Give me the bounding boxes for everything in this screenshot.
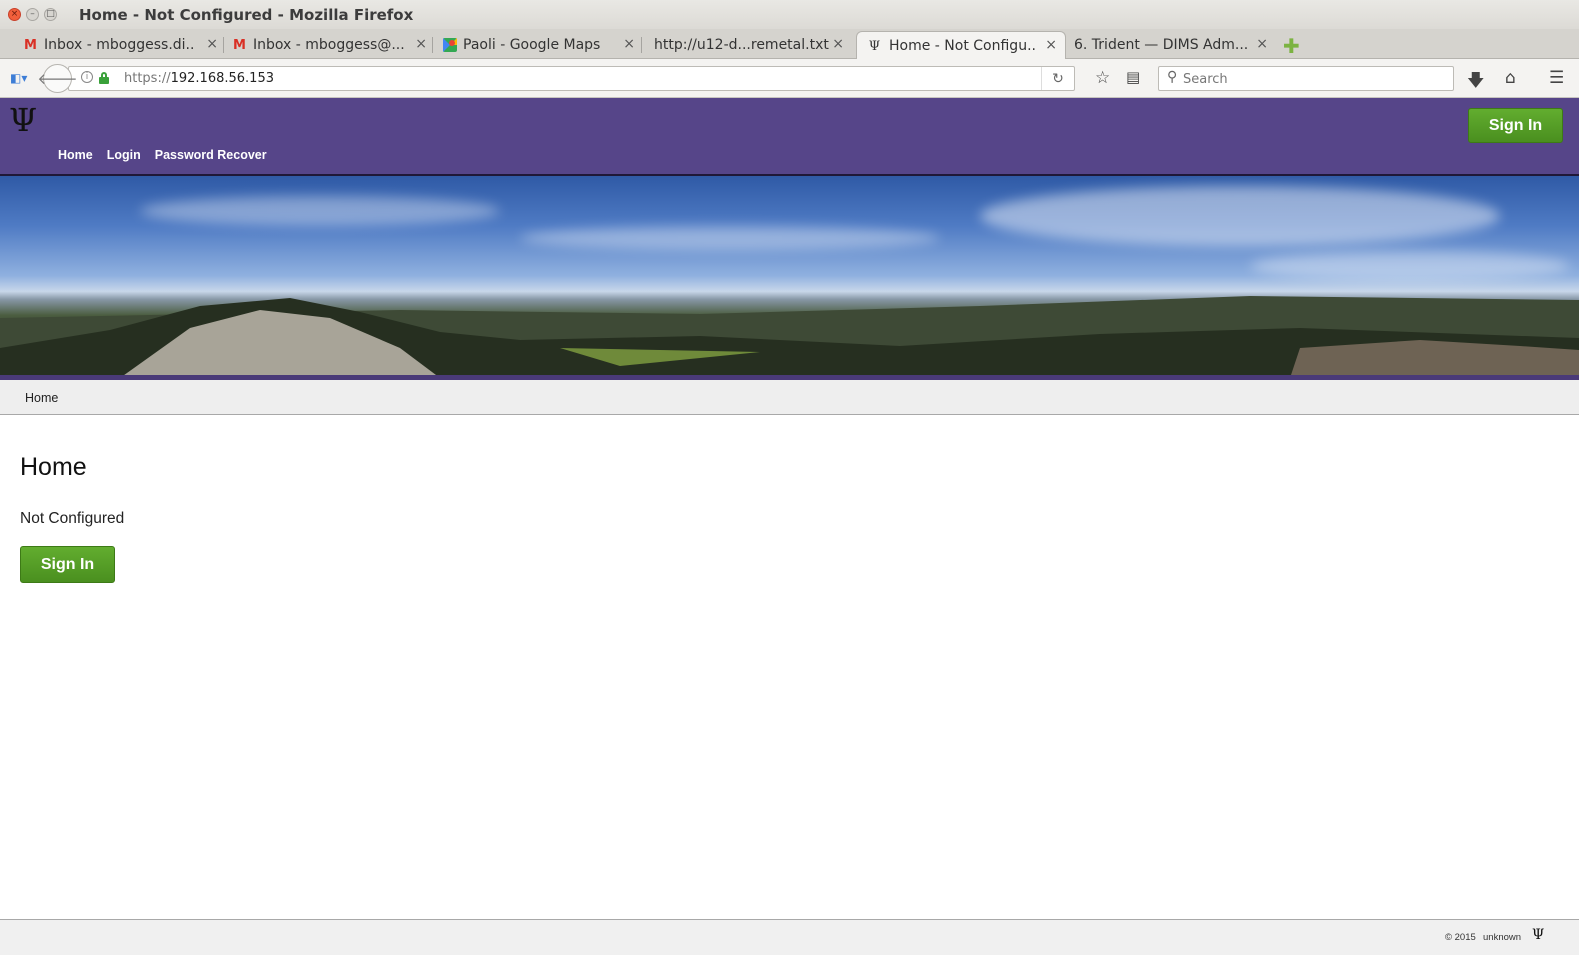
trident-icon: Ψ: [868, 38, 881, 54]
mountain-landscape: [0, 296, 1579, 375]
tab-label: http://u12-d...remetal.txt: [654, 37, 829, 53]
page-title: Home: [20, 453, 87, 481]
download-icon[interactable]: 🡇: [1467, 68, 1484, 97]
info-icon[interactable]: i: [81, 71, 93, 83]
gmail-icon: M: [233, 37, 246, 53]
reader-list-icon[interactable]: ▤: [1126, 68, 1140, 86]
gmail-icon: M: [24, 37, 37, 53]
firefox-window: × – □ Home - Not Configured - Mozilla Fi…: [0, 0, 1579, 962]
url-host: 192.168.56.153: [170, 71, 274, 86]
tab-gmail-2[interactable]: M Inbox - mboggess@... ×: [231, 31, 427, 59]
reload-icon[interactable]: ↻: [1041, 67, 1074, 90]
tab-label: Home - Not Configu...: [889, 37, 1037, 54]
window-controls: × – □: [8, 8, 57, 21]
site-header: Ψ Home Login Password Recover: [0, 98, 1579, 176]
window-close-icon[interactable]: ×: [8, 8, 21, 21]
tab-separator: [223, 37, 224, 53]
pocket-icon[interactable]: ◧▾: [10, 71, 27, 85]
tab-close-icon[interactable]: ×: [832, 36, 844, 52]
lock-icon[interactable]: [99, 72, 109, 84]
tab-label: Paoli - Google Maps: [463, 37, 601, 53]
panorama-banner: [0, 176, 1579, 375]
site-nav: Home Login Password Recover: [58, 148, 267, 162]
copyright-text: © 2015: [1445, 932, 1476, 943]
tab-gmail-1[interactable]: M Inbox - mboggess.di... ×: [22, 31, 218, 59]
tab-close-icon[interactable]: ×: [415, 36, 427, 52]
trident-logo-icon[interactable]: Ψ: [9, 101, 37, 139]
window-titlebar: × – □ Home - Not Configured - Mozilla Fi…: [0, 0, 1579, 29]
tab-label: Inbox - mboggess.di...: [44, 37, 196, 53]
window-title: Home - Not Configured - Mozilla Firefox: [79, 5, 414, 24]
bookmark-star-icon[interactable]: ☆: [1095, 68, 1110, 88]
new-tab-icon[interactable]: ✚: [1283, 34, 1300, 58]
url-bar[interactable]: i https://192.168.56.153 ↻: [68, 66, 1075, 91]
tab-label: Inbox - mboggess@...: [253, 37, 405, 53]
tab-trident-dims[interactable]: 6. Trident — DIMS Adm... ×: [1052, 31, 1268, 59]
search-box[interactable]: ⚲: [1158, 66, 1454, 91]
nav-login-link[interactable]: Login: [107, 148, 141, 162]
navigation-toolbar: ◧▾ i https://192.168.56.153 ↻ 🡐 ☆ ▤ ⚲ 🡇 …: [0, 59, 1579, 98]
site-footer: © 2015 unknown Ψ: [0, 919, 1579, 955]
nav-home-link[interactable]: Home: [58, 148, 93, 162]
search-input[interactable]: [1183, 70, 1443, 88]
status-text: Not Configured: [20, 510, 125, 527]
home-icon[interactable]: ⌂: [1505, 68, 1516, 88]
tab-close-icon[interactable]: ×: [206, 36, 218, 52]
search-icon: ⚲: [1167, 69, 1178, 85]
breadcrumb: Home: [0, 380, 1579, 415]
tab-separator: [432, 37, 433, 53]
header-sign-in-button[interactable]: Sign In: [1468, 108, 1563, 143]
tab-home-not-configured[interactable]: Ψ Home - Not Configu... ×: [856, 31, 1066, 59]
url-scheme: https://: [124, 71, 171, 86]
sign-in-button[interactable]: Sign In: [20, 546, 115, 583]
back-button[interactable]: 🡐: [37, 64, 78, 93]
tab-label: 6. Trident — DIMS Adm...: [1074, 37, 1248, 53]
menu-icon[interactable]: ☰: [1549, 68, 1564, 88]
tab-strip: M Inbox - mboggess.di... × M Inbox - mbo…: [0, 29, 1579, 59]
back-arrow-icon: 🡐: [37, 70, 78, 88]
window-minimize-icon[interactable]: –: [26, 8, 39, 21]
tab-google-maps[interactable]: Paoli - Google Maps ×: [441, 31, 635, 59]
nav-password-recover-link[interactable]: Password Recover: [155, 148, 267, 162]
breadcrumb-home-link[interactable]: Home: [25, 391, 58, 405]
window-maximize-icon[interactable]: □: [44, 8, 57, 21]
owner-link[interactable]: unknown: [1483, 932, 1521, 943]
footer-trident-icon: Ψ: [1532, 927, 1545, 943]
tab-remote-txt[interactable]: http://u12-d...remetal.txt ×: [632, 31, 844, 59]
url-text: https://192.168.56.153: [124, 71, 274, 86]
google-maps-icon: [441, 37, 458, 53]
tab-close-icon[interactable]: ×: [1256, 36, 1268, 52]
